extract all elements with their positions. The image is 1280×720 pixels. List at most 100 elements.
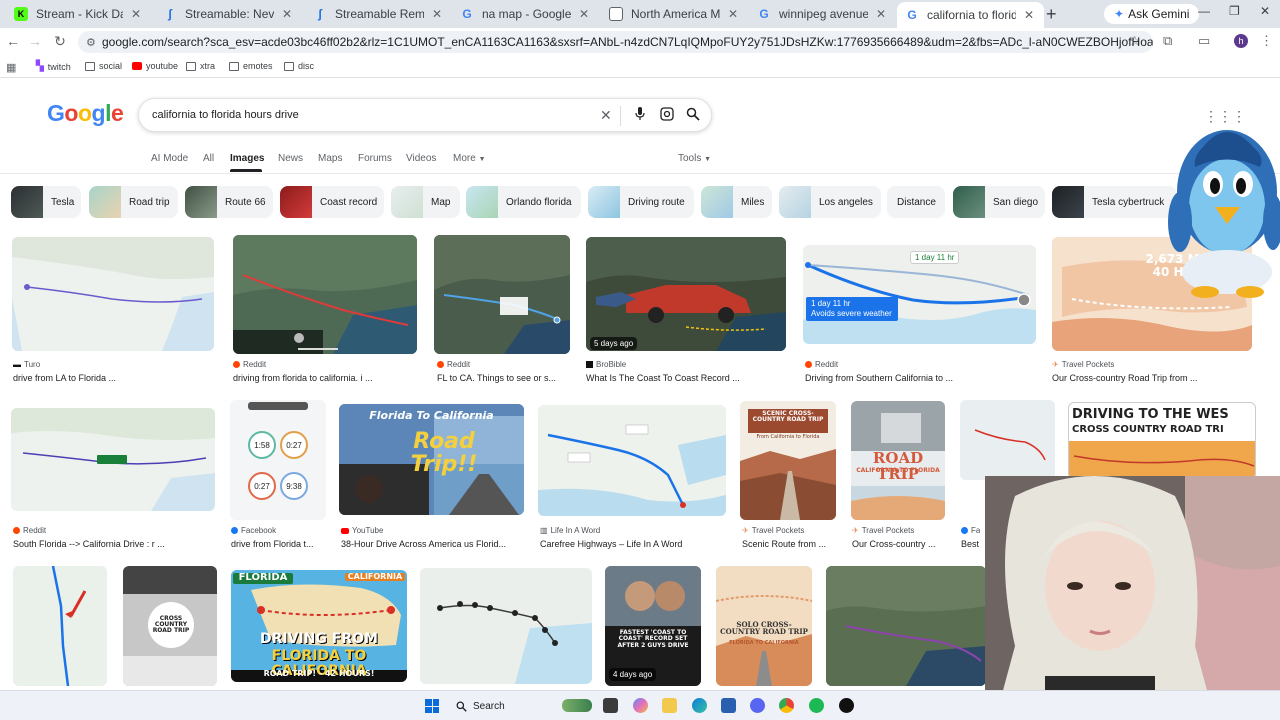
chip-distance[interactable]: Distance: [887, 186, 945, 218]
bookmark-star-icon[interactable]: ☆: [1129, 33, 1141, 49]
close-icon[interactable]: ✕: [1022, 8, 1036, 22]
site-info-icon[interactable]: ⚙: [86, 36, 96, 49]
ask-gemini-button[interactable]: ✦ Ask Gemini: [1104, 4, 1200, 24]
close-icon[interactable]: ✕: [280, 7, 294, 21]
image-result-row3-2[interactable]: CROSS COUNTRY ROAD TRIP: [123, 566, 217, 686]
extensions-icon[interactable]: ⧉: [1163, 33, 1172, 49]
tab-california-florida[interactable]: G california to florida hours dr ✕: [897, 2, 1044, 28]
result-caption[interactable]: Our Cross-country ...: [852, 539, 945, 549]
file-explorer-icon[interactable]: [662, 698, 677, 713]
result-caption[interactable]: drive from LA to Florida ...: [13, 373, 213, 383]
image-result-brobible[interactable]: 5 days ago: [586, 237, 786, 351]
tab-all[interactable]: All: [203, 153, 214, 164]
chip-coast-record[interactable]: Coast record: [280, 186, 384, 218]
close-icon[interactable]: ✕: [129, 7, 143, 21]
result-caption[interactable]: Scenic Route from ...: [742, 539, 836, 549]
result-caption[interactable]: 38-Hour Drive Across America us Florid..…: [341, 539, 523, 549]
image-result-driving-west[interactable]: DRIVING TO THE WES CROSS COUNTRY ROAD TR…: [1068, 402, 1256, 480]
tab-videos[interactable]: Videos: [406, 153, 436, 164]
chip-miles[interactable]: Miles: [701, 186, 772, 218]
chip-tesla-cybertruck[interactable]: Tesla cybertruck: [1052, 186, 1177, 218]
discord-icon[interactable]: [750, 698, 765, 713]
image-result-row3-5[interactable]: FASTEST 'COAST TO COAST' RECORD SET AFTE…: [605, 566, 701, 686]
image-result-youtube[interactable]: Florida To California Road Trip!!: [339, 404, 524, 515]
image-result-facebook-2[interactable]: [960, 400, 1055, 480]
window-close-button[interactable]: ✕: [1260, 4, 1270, 18]
search-input[interactable]: california to florida hours drive: [152, 109, 299, 121]
chrome-icon[interactable]: [779, 698, 794, 713]
reload-icon[interactable]: ↻: [51, 33, 69, 50]
image-result-row3-6[interactable]: SOLO CROSS-COUNTRY ROAD TRIP FLORIDA TO …: [716, 566, 812, 686]
store-icon[interactable]: [721, 698, 736, 713]
menu-kebab-icon[interactable]: ⋮: [1260, 33, 1273, 49]
edge-icon[interactable]: [692, 698, 707, 713]
close-icon[interactable]: ✕: [874, 7, 888, 21]
result-caption[interactable]: Our Cross-country Road Trip from ...: [1052, 373, 1252, 383]
chip-tesla[interactable]: Tesla: [11, 186, 81, 218]
search-icon[interactable]: [686, 107, 700, 124]
chip-driving-route[interactable]: Driving route: [588, 186, 694, 218]
maximize-button[interactable]: ❐: [1229, 4, 1240, 18]
tab-maps[interactable]: Maps: [318, 153, 342, 164]
image-result-reddit-1[interactable]: [233, 235, 417, 354]
tab-streamable-obs[interactable]: ʃ Streamable Remote OBS ✕: [305, 2, 452, 26]
microphone-icon[interactable]: [635, 107, 645, 124]
result-caption[interactable]: FL to CA. Things to see or s...: [437, 373, 570, 383]
close-icon[interactable]: ✕: [577, 7, 591, 21]
tab-ai-mode[interactable]: AI Mode: [151, 153, 188, 164]
bookmark-youtube[interactable]: youtube: [132, 61, 178, 71]
result-caption[interactable]: drive from Florida t...: [231, 539, 326, 549]
new-tab-button[interactable]: +: [1046, 4, 1057, 25]
bookmark-xtra[interactable]: xtra: [186, 61, 215, 71]
image-result-facebook[interactable]: 1:58 0:27 0:27 9:38: [230, 400, 326, 520]
widgets-icon[interactable]: [562, 699, 592, 712]
forward-icon[interactable]: →: [26, 33, 44, 49]
copilot-icon[interactable]: [633, 698, 648, 713]
result-caption[interactable]: Carefree Highways – Life In A Word: [540, 539, 726, 549]
chip-road-trip[interactable]: Road trip: [89, 186, 178, 218]
obs-icon[interactable]: [839, 698, 854, 713]
result-caption[interactable]: What Is The Coast To Coast Record ...: [586, 373, 786, 383]
search-box[interactable]: california to florida hours drive ✕: [138, 98, 712, 132]
chip-los-angeles[interactable]: Los angeles: [779, 186, 881, 218]
image-result-reddit-3[interactable]: 1 day 11 hr 1 day 11 hr Avoids severe we…: [803, 245, 1036, 344]
clear-icon[interactable]: ✕: [600, 107, 612, 124]
image-result-travel-pockets-2[interactable]: SCENIC CROSS-COUNTRY ROAD TRIP From Cali…: [740, 401, 836, 520]
task-view-icon[interactable]: [603, 698, 618, 713]
chip-san-diego[interactable]: San diego: [953, 186, 1045, 218]
image-result-reddit-2[interactable]: [434, 235, 570, 354]
tab-forums[interactable]: Forums: [358, 153, 392, 164]
image-result-turo[interactable]: [12, 237, 214, 351]
tab-winnipeg-avenue[interactable]: G winnipeg avenue minneapo ✕: [749, 2, 896, 26]
bookmark-emotes[interactable]: emotes: [229, 61, 273, 71]
apps-grid-icon[interactable]: ▦: [6, 61, 16, 74]
close-icon[interactable]: ✕: [430, 7, 444, 21]
spotify-icon[interactable]: [809, 698, 824, 713]
bookmark-twitch[interactable]: ▚ twitch: [36, 61, 71, 72]
tab-images[interactable]: Images: [230, 153, 264, 164]
chip-route-66[interactable]: Route 66: [185, 186, 273, 218]
minimize-button[interactable]: —: [1198, 4, 1210, 18]
tab-kick-dashboard[interactable]: K Stream - Kick Dashboard ✕: [6, 2, 151, 26]
image-result-row3-3[interactable]: FLORIDA CALIFORNIA DRIVING FROM FLORIDA …: [231, 570, 407, 682]
result-caption[interactable]: South Florida --> California Drive : r .…: [13, 539, 213, 549]
image-result-travel-pockets-3[interactable]: ROAD TRIP CALIFORNIA TO FLORIDA: [851, 401, 945, 520]
image-result-life-in-a-word[interactable]: [538, 405, 726, 516]
tab-tools[interactable]: Tools ▼: [678, 153, 711, 164]
tab-north-america-map[interactable]: North America Map - Count ✕: [601, 2, 748, 26]
google-logo[interactable]: Google: [47, 100, 124, 127]
profile-avatar[interactable]: h: [1234, 34, 1248, 48]
result-caption[interactable]: driving from florida to california. i ..…: [233, 373, 417, 383]
tab-more[interactable]: More ▼: [453, 153, 486, 164]
tab-na-map-search[interactable]: G na map - Google Search ✕: [452, 2, 599, 26]
image-result-row3-4[interactable]: [420, 568, 592, 684]
lens-camera-icon[interactable]: [660, 107, 674, 124]
windows-start-icon[interactable]: [425, 699, 439, 713]
result-caption[interactable]: Best: [961, 539, 986, 549]
bookmark-social[interactable]: social: [85, 61, 122, 71]
close-icon[interactable]: ✕: [726, 7, 740, 21]
tab-streamable-irl[interactable]: ʃ Streamable: Never IRL Strea ✕: [155, 2, 302, 26]
back-icon[interactable]: ←: [4, 33, 22, 49]
image-result-row3-1[interactable]: [13, 566, 107, 686]
chip-orlando-florida[interactable]: Orlando florida: [466, 186, 581, 218]
